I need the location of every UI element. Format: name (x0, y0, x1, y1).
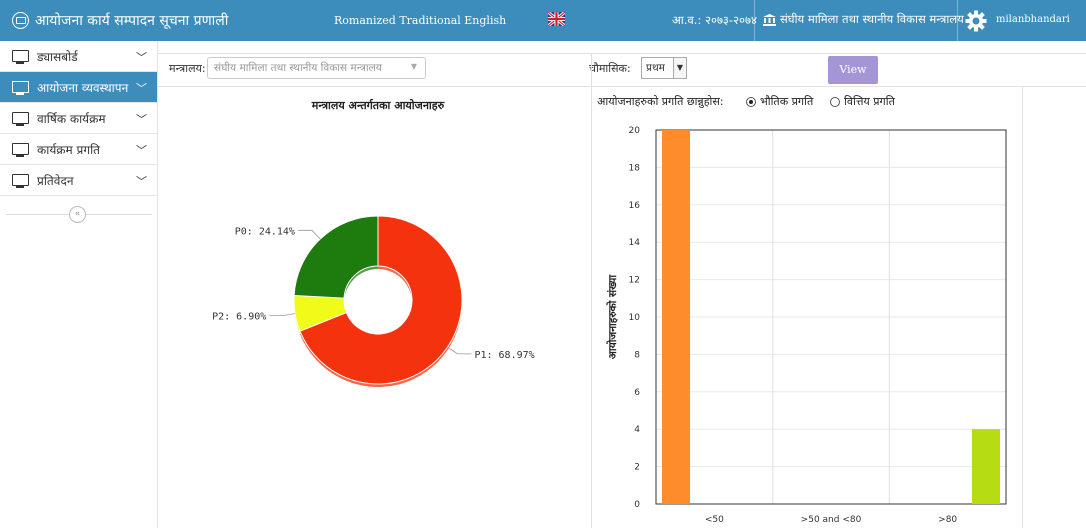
pie-data-label: P1: 68.97% (474, 350, 534, 361)
pie-label-connector (447, 346, 472, 355)
bar[interactable] (972, 429, 1000, 504)
app-brand[interactable]: आयोजना कार्य सम्पादन सूचना प्रणाली (12, 11, 228, 30)
radio-selected-icon (746, 96, 756, 107)
bar[interactable] (662, 130, 690, 504)
fiscal-year[interactable]: आ.व.: २०७३-२०७४ (672, 13, 757, 28)
monitor-circle-icon (12, 12, 29, 29)
ministry-link[interactable]: संघीय मामिला तथा स्थानीय विकास मन्त्रालय (763, 12, 964, 27)
app-title: आयोजना कार्य सम्पादन सूचना प्रणाली (35, 13, 229, 29)
monitor-icon (12, 81, 29, 95)
sidebar-item-label: वार्षिक कार्यक्रम (37, 111, 106, 126)
view-button[interactable]: View (828, 56, 878, 84)
sidebar: ड्यासबोर्ड ﹀ आयोजना व्यवस्थापन ﹀ वार्षिक… (0, 41, 158, 528)
sidebar-collapse: « (0, 206, 158, 223)
y-tick-label: 20 (629, 126, 641, 136)
y-tick-label: 6 (634, 388, 640, 398)
gear-icon[interactable] (965, 10, 987, 32)
y-tick-label: 18 (629, 163, 641, 173)
radio-physical-progress[interactable]: भौतिक प्रगति (746, 94, 813, 109)
caret-down-icon: ▼ (410, 62, 417, 71)
bank-icon (763, 13, 776, 26)
filter-toolbar: मन्त्रालय: संघीय मामिला तथा स्थानीय विका… (163, 53, 1086, 86)
sidebar-item-label: ड्यासबोर्ड (37, 49, 78, 64)
chevron-down-icon: ﹀ (136, 175, 147, 188)
x-tick-label: >50 and <80 (801, 515, 862, 525)
uk-flag-icon[interactable] (548, 12, 565, 26)
caret-down-icon: ▼ (673, 58, 686, 78)
quarter-select[interactable]: प्रथम ▼ (641, 57, 687, 79)
chevron-down-icon: ﹀ (136, 113, 147, 126)
x-tick-label: <50 (705, 515, 724, 525)
collapse-sidebar-icon[interactable]: « (69, 206, 86, 223)
y-tick-label: 14 (629, 238, 641, 248)
ministry-select[interactable]: संघीय मामिला तथा स्थानीय विकास मन्त्रालय… (207, 57, 426, 79)
sidebar-item-annual-program[interactable]: वार्षिक कार्यक्रम ﹀ (0, 103, 157, 134)
chevron-down-icon: ﹀ (136, 51, 147, 64)
sidebar-item-label: आयोजना व्यवस्थापन (37, 80, 129, 95)
sidebar-item-dashboard[interactable]: ड्यासबोर्ड ﹀ (0, 41, 157, 72)
pie-data-label: P0: 24.14% (235, 226, 295, 237)
quarter-select-label: चौमासिक: (589, 62, 631, 75)
y-tick-label: 2 (634, 463, 640, 473)
sidebar-item-label: प्रतिवेदन (37, 173, 74, 188)
monitor-icon (12, 50, 29, 64)
sidebar-item-project-management[interactable]: आयोजना व्यवस्थापन ﹀ (0, 72, 157, 103)
radio-financial-progress[interactable]: वित्तिय प्रगति (830, 94, 895, 109)
y-tick-label: 16 (629, 201, 641, 211)
sidebar-item-label: कार्यक्रम प्रगति (37, 142, 101, 157)
separator (754, 0, 755, 41)
separator (957, 0, 958, 41)
sidebar-item-program-progress[interactable]: कार्यक्रम प्रगति ﹀ (0, 134, 157, 165)
pie-label-connector (297, 229, 321, 240)
divider (158, 53, 1086, 54)
divider (1022, 86, 1023, 528)
monitor-icon (12, 143, 29, 157)
y-tick-label: 4 (634, 425, 640, 435)
monitor-icon (12, 174, 29, 188)
ministry-select-value: संघीय मामिला तथा स्थानीय विकास मन्त्रालय (214, 62, 382, 74)
bar-chart: 0 2 4 6 8 10 12 14 16 18 20 <50 >50 and <80 >80 आयोजना… (606, 126, 1007, 525)
username[interactable]: milanbhandari (996, 14, 1070, 25)
radio-unselected-icon (830, 96, 840, 107)
y-axis-label: आयोजनाहरुको संख्या (606, 274, 619, 360)
pie-chart-title: मन्त्रालय अन्तर्गतका आयोजनाहरु (311, 99, 445, 112)
divider (158, 86, 1086, 87)
quarter-select-value: प्रथम (646, 62, 665, 74)
ministry-name: संघीय मामिला तथा स्थानीय विकास मन्त्रालय (780, 12, 964, 26)
progress-select-label: आयोजनाहरुको प्रगति छान्नुहोस: (597, 95, 724, 108)
y-tick-label: 12 (629, 276, 640, 286)
y-tick-label: 10 (629, 313, 641, 323)
radio-label: भौतिक प्रगति (760, 95, 814, 108)
monitor-icon (12, 112, 29, 126)
y-tick-label: 0 (634, 500, 640, 510)
radio-label: वित्तिय प्रगति (844, 95, 895, 108)
top-navbar: आयोजना कार्य सम्पादन सूचना प्रणाली Roman… (0, 0, 1086, 41)
sidebar-item-reports[interactable]: प्रतिवेदन ﹀ (0, 165, 157, 196)
ministry-select-label: मन्त्रालय: (169, 62, 206, 75)
pie-slice-p0[interactable] (293, 215, 379, 299)
y-tick-label: 8 (634, 350, 640, 360)
pie-data-label: P2: 6.90% (212, 312, 266, 323)
chevron-down-icon: ﹀ (136, 144, 147, 157)
pie-label-connector (269, 313, 296, 316)
x-tick-label: >80 (938, 515, 957, 525)
language-label[interactable]: Romanized Traditional English (334, 14, 506, 27)
pie-chart: P1: 68.97% P2: 6.90% P0: 24.14% (212, 215, 535, 387)
chevron-down-icon: ﹀ (136, 82, 147, 95)
